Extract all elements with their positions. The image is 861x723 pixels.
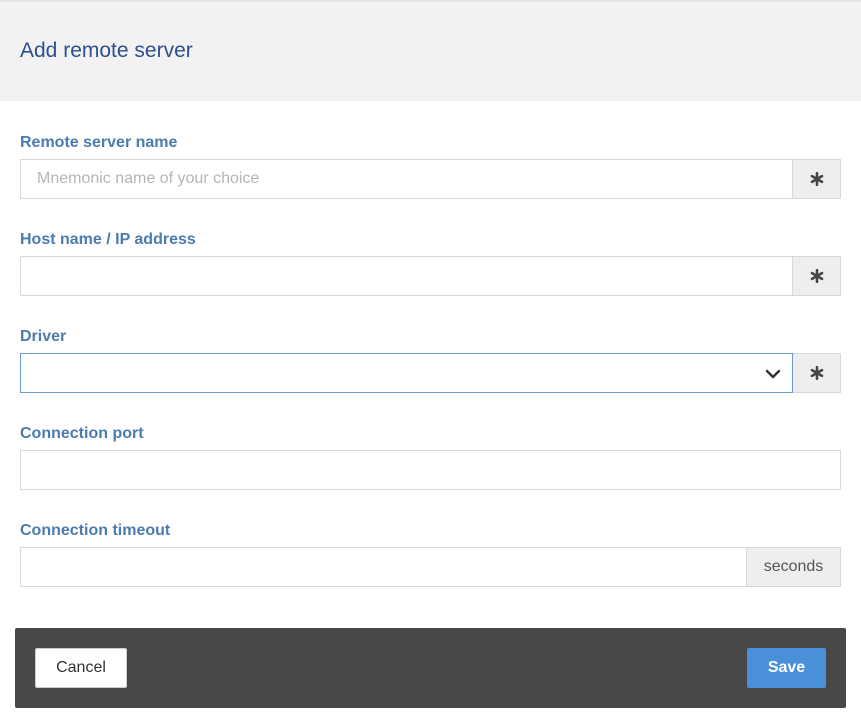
server-name-group [20, 159, 841, 199]
timeout-group: seconds [20, 547, 841, 587]
host-group [20, 256, 841, 296]
host-required-addon [793, 256, 841, 296]
port-label: Connection port [20, 425, 144, 442]
port-group [20, 450, 841, 490]
timeout-unit-addon: seconds [747, 547, 841, 587]
dialog-header: Add remote server [0, 0, 861, 101]
asterisk-icon [810, 172, 823, 186]
timeout-label: Connection timeout [20, 522, 171, 539]
cancel-button[interactable]: Cancel [35, 648, 127, 688]
driver-required-addon [793, 353, 841, 393]
dialog-footer: Cancel Save [15, 628, 846, 708]
port-input[interactable] [20, 450, 841, 490]
driver-group [20, 353, 841, 393]
timeout-input[interactable] [20, 547, 747, 587]
host-label: Host name / IP address [20, 231, 196, 248]
chevron-down-icon [765, 369, 781, 379]
server-name-input[interactable] [20, 159, 793, 199]
driver-select[interactable] [20, 353, 793, 393]
server-name-required-addon [793, 159, 841, 199]
save-button[interactable]: Save [747, 648, 826, 688]
server-name-label: Remote server name [20, 134, 178, 151]
host-input[interactable] [20, 256, 793, 296]
asterisk-icon [810, 269, 823, 283]
asterisk-icon [810, 366, 823, 380]
driver-label: Driver [20, 328, 67, 345]
add-remote-server-dialog: Add remote server Remote server name Hos… [0, 0, 861, 723]
dialog-title: Add remote server [20, 39, 193, 62]
